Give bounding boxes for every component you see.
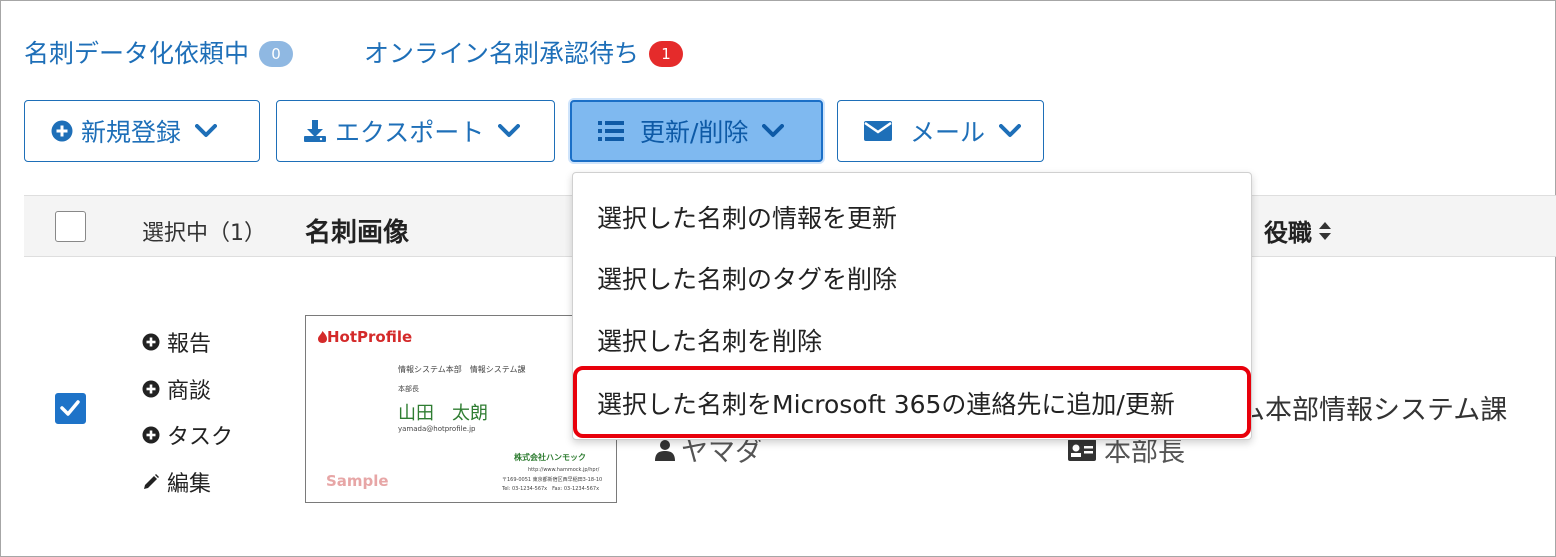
plus-circle-icon — [142, 333, 160, 351]
department-cell: ム本部情報システム課 — [1238, 395, 1508, 426]
column-header-title-label: 役職 — [1264, 219, 1312, 247]
card-brand-logo: HotProfile — [318, 328, 412, 346]
digitize-requests-link[interactable]: 名刺データ化依頼中 0 — [24, 34, 294, 70]
mail-label: メール — [910, 118, 986, 147]
online-pending-label: オンライン名刺承認待ち — [364, 39, 640, 68]
id-card-icon — [1068, 438, 1096, 461]
edit-action[interactable]: 編集 — [142, 466, 211, 498]
pencil-icon — [144, 474, 159, 489]
update-delete-label: 更新/削除 — [640, 118, 749, 147]
card-email: yamada@hotprofile.jp — [398, 425, 476, 433]
online-pending-link[interactable]: オンライン名刺承認待ち 1 — [364, 34, 684, 70]
menu-item-delete-tags[interactable]: 選択した名刺のタグを削除 — [597, 260, 897, 296]
chevron-down-icon — [999, 124, 1022, 137]
business-card-image[interactable]: HotProfile 情報システム本部 情報システム課 本部長 山田 太朗 ya… — [305, 315, 617, 503]
menu-item-update-info[interactable]: 選択した名刺の情報を更新 — [597, 199, 897, 235]
update-delete-button[interactable]: 更新/削除 — [570, 100, 823, 162]
export-label: エクスポート — [335, 118, 485, 147]
report-action-label: 報告 — [167, 332, 212, 357]
envelope-icon — [864, 121, 892, 141]
digitize-requests-count-badge: 0 — [259, 41, 294, 67]
plus-circle-icon — [142, 426, 160, 444]
digitize-requests-label: 名刺データ化依頼中 — [24, 39, 250, 68]
export-button[interactable]: エクスポート — [276, 100, 555, 162]
menu-item-delete-cards[interactable]: 選択した名刺を削除 — [597, 322, 822, 358]
card-phone: Tel: 03-1234-567x Fax: 03-1234-567x — [502, 486, 600, 492]
card-address: 〒169-0051 東京都新宿区西早稲田3-18-10 — [502, 477, 603, 483]
plus-circle-icon — [142, 380, 160, 398]
task-action[interactable]: タスク — [142, 419, 233, 451]
chevron-down-icon — [762, 124, 785, 137]
card-brand-text: HotProfile — [327, 328, 413, 346]
deal-action-label: 商談 — [167, 379, 212, 404]
card-role: 本部長 — [398, 385, 419, 393]
report-action[interactable]: 報告 — [142, 326, 211, 358]
card-url: http://www.hammock.jp/hpr/ — [528, 467, 600, 473]
download-icon — [304, 120, 326, 142]
online-pending-count-badge: 1 — [649, 41, 684, 67]
list-icon — [598, 121, 624, 141]
deal-action[interactable]: 商談 — [142, 373, 211, 405]
selected-count-label: 選択中（1） — [142, 221, 266, 246]
column-header-card-image: 名刺画像 — [305, 218, 410, 248]
new-register-label: 新規登録 — [81, 118, 182, 147]
plus-circle-icon — [51, 120, 73, 142]
card-company: 株式会社ハンモック — [514, 453, 586, 462]
flame-icon — [318, 331, 327, 343]
highlight-box — [573, 366, 1251, 438]
mail-button[interactable]: メール — [837, 100, 1044, 162]
card-sample-watermark: Sample — [326, 472, 389, 490]
check-icon — [60, 400, 80, 416]
task-action-label: タスク — [167, 425, 234, 450]
select-all-checkbox[interactable] — [55, 211, 86, 242]
person-icon — [655, 439, 675, 461]
sort-icon — [1319, 221, 1331, 240]
edit-action-label: 編集 — [167, 472, 212, 497]
chevron-down-icon — [195, 124, 218, 137]
card-department: 情報システム本部 情報システム課 — [398, 365, 526, 374]
row-checkbox[interactable] — [55, 393, 86, 424]
chevron-down-icon — [498, 124, 521, 137]
new-register-button[interactable]: 新規登録 — [24, 100, 260, 162]
card-person-name: 山田 太朗 — [398, 403, 488, 424]
column-header-title[interactable]: 役職 — [1264, 213, 1332, 248]
